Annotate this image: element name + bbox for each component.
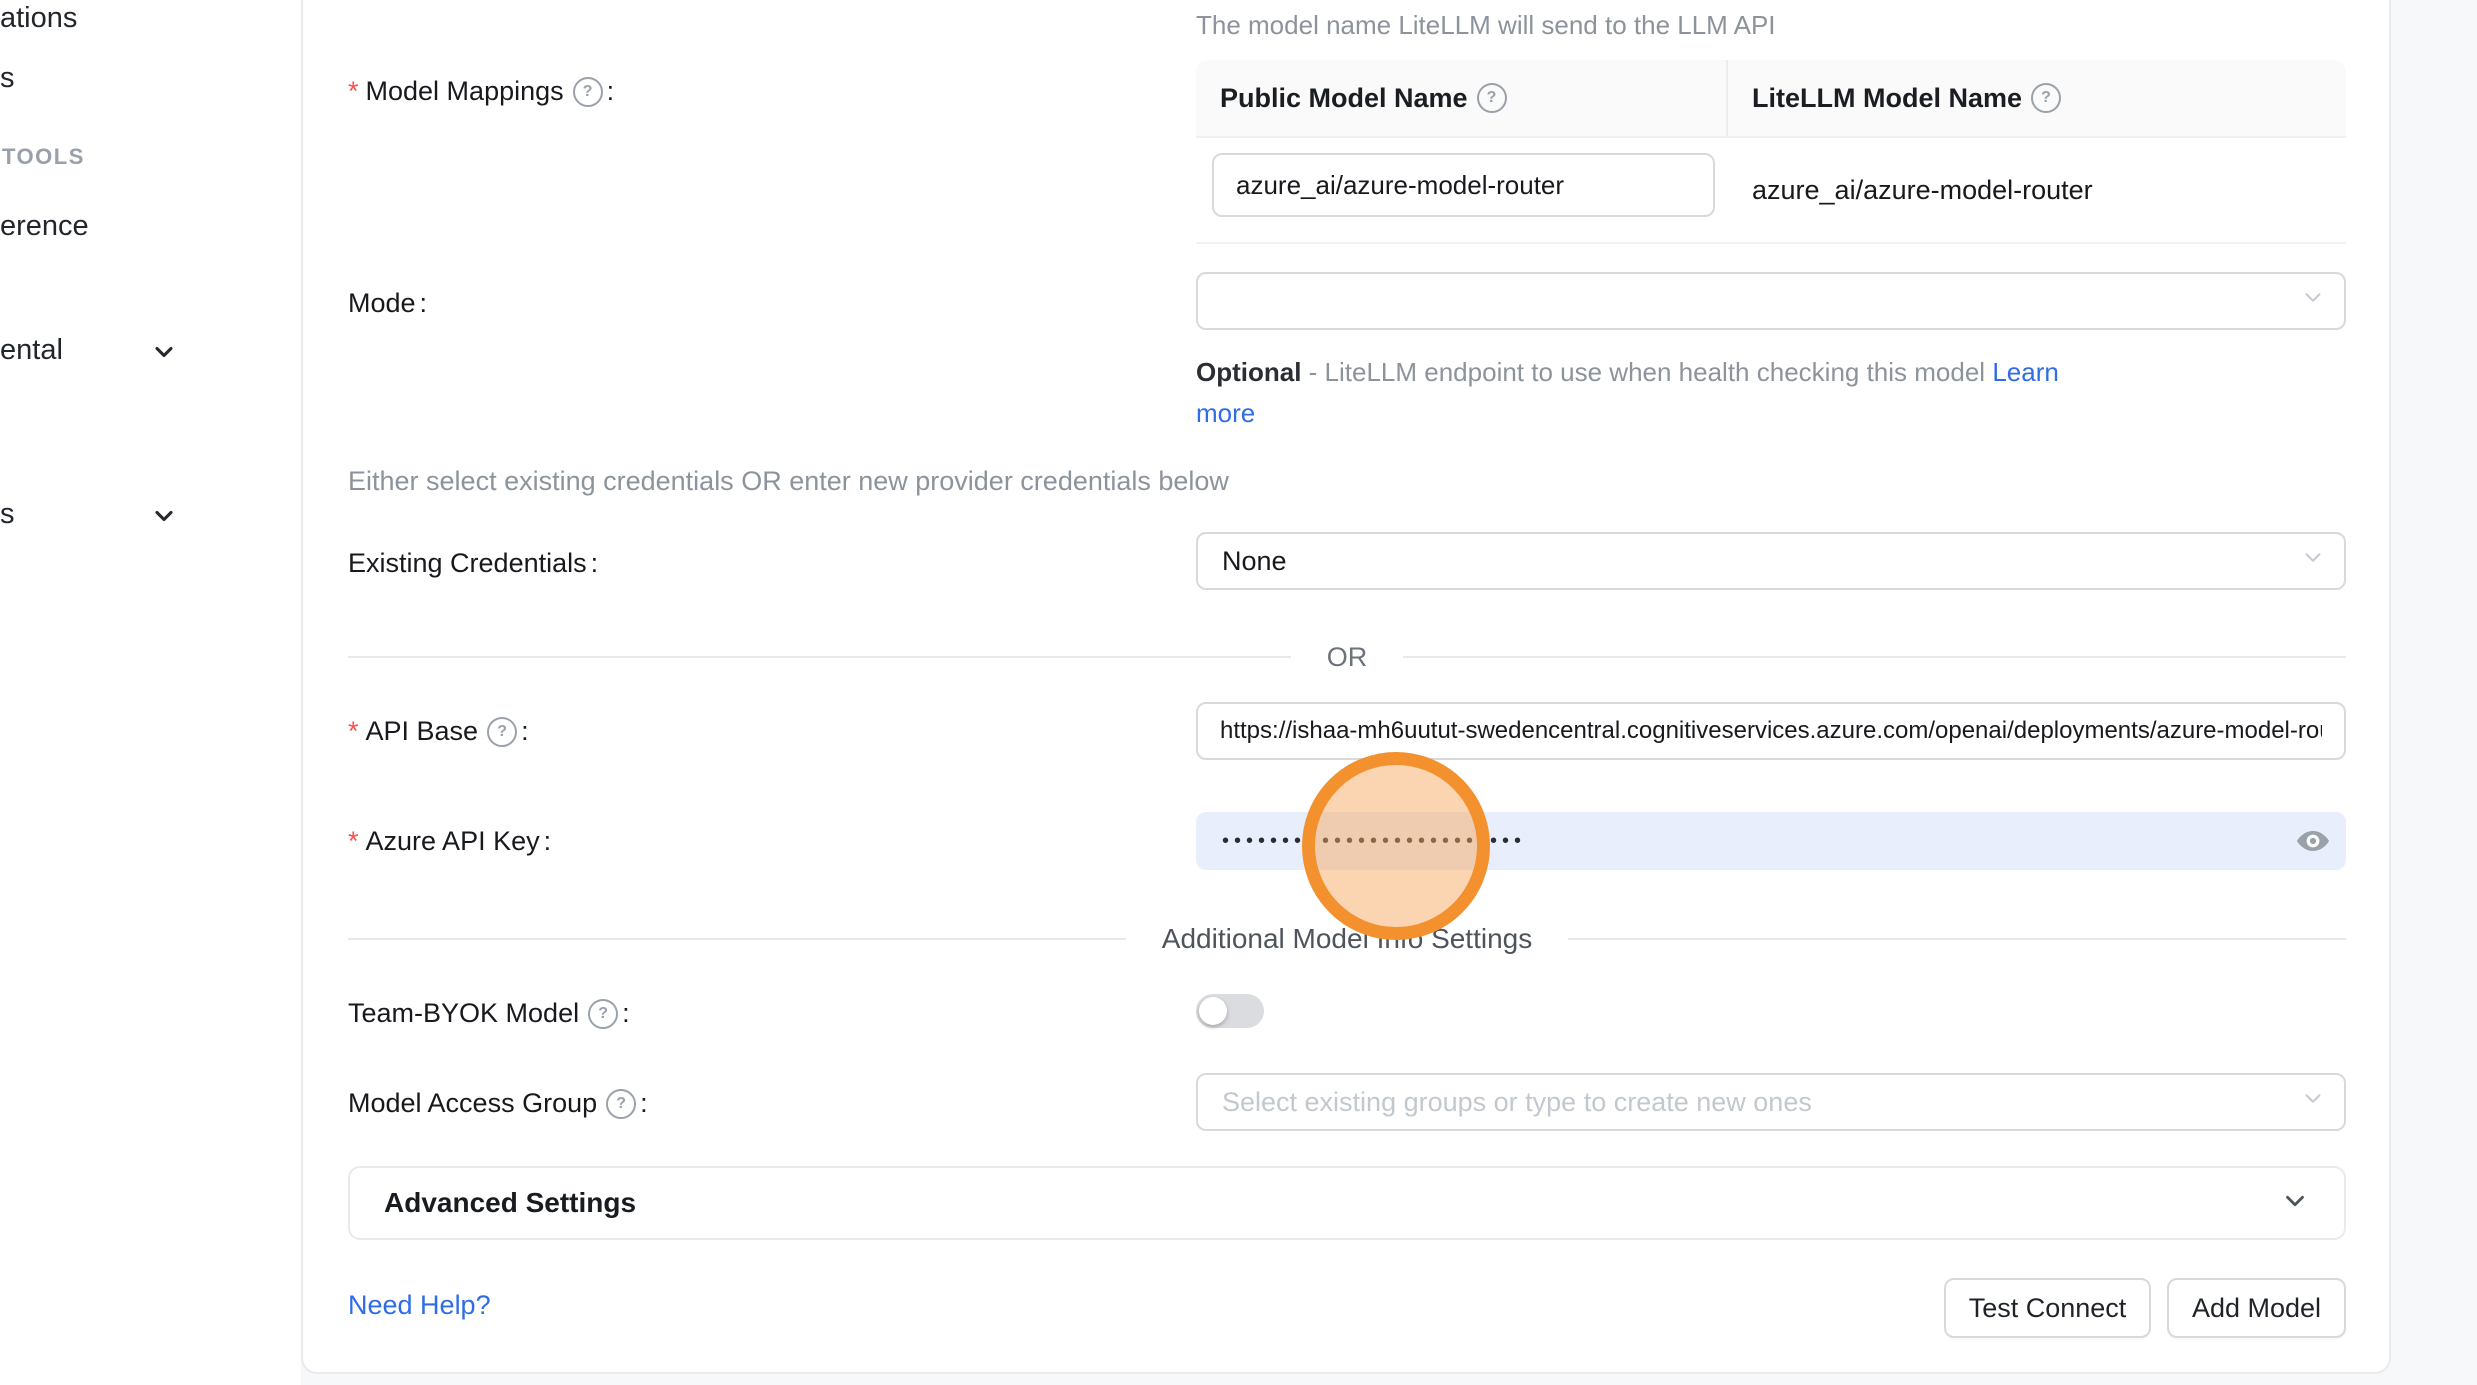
column-header-public-model-name: Public Model Name ? — [1196, 83, 1726, 114]
model-mappings-label: * Model Mappings ? : — [348, 76, 614, 107]
sidebar-section-tools: TOOLS — [2, 144, 85, 170]
learn-more-link[interactable]: more — [1196, 398, 1255, 428]
label-colon: : — [640, 1088, 648, 1119]
sidebar-item-users[interactable]: s — [0, 62, 15, 95]
or-divider: OR — [348, 640, 2346, 674]
model-mappings-label-text: Model Mappings — [366, 76, 564, 107]
credentials-note: Either select existing credentials OR en… — [348, 466, 1229, 497]
existing-credentials-label-text: Existing Credentials — [348, 548, 587, 579]
model-name-help-text: The model name LiteLLM will send to the … — [1196, 10, 2346, 41]
existing-credentials-label: Existing Credentials : — [348, 548, 598, 579]
help-icon[interactable]: ? — [573, 77, 603, 107]
required-mark: * — [348, 826, 359, 857]
additional-settings-divider: Additional Model Info Settings — [348, 922, 2346, 956]
learn-more-link[interactable]: Learn — [1992, 357, 2059, 387]
chevron-down-icon — [2300, 545, 2326, 578]
advanced-settings-panel[interactable]: Advanced Settings — [348, 1166, 2346, 1240]
required-mark: * — [348, 716, 359, 747]
column-header-litellm-model-name: LiteLLM Model Name ? — [1726, 83, 2061, 114]
mode-select[interactable] — [1196, 272, 2346, 330]
divider-line — [348, 938, 1126, 940]
label-colon: : — [544, 826, 552, 857]
additional-settings-divider-text: Additional Model Info Settings — [1162, 923, 1532, 955]
required-mark: * — [348, 76, 359, 107]
column-header-text: LiteLLM Model Name — [1752, 83, 2022, 114]
eye-icon[interactable] — [2296, 829, 2330, 853]
help-icon[interactable]: ? — [588, 999, 618, 1029]
model-access-group-label: Model Access Group ? : — [348, 1088, 648, 1119]
column-divider — [1726, 60, 1728, 136]
divider-line — [1403, 656, 2346, 658]
help-icon[interactable]: ? — [1477, 83, 1507, 113]
masked-value: ••••••••••••••••• — [1322, 831, 1526, 851]
api-base-label-text: API Base — [366, 716, 479, 747]
label-colon: : — [420, 288, 428, 319]
column-header-text: Public Model Name — [1220, 83, 1468, 114]
sidebar-item-inference[interactable]: erence — [0, 210, 89, 243]
help-icon[interactable]: ? — [487, 717, 517, 747]
advanced-settings-title: Advanced Settings — [384, 1187, 636, 1219]
select-placeholder: Select existing groups or type to create… — [1222, 1087, 1812, 1118]
chevron-down-icon — [2300, 285, 2326, 318]
divider-line — [348, 656, 1291, 658]
existing-credentials-select[interactable]: None — [1196, 532, 2346, 590]
model-access-group-label-text: Model Access Group — [348, 1088, 597, 1119]
label-colon: : — [521, 716, 529, 747]
model-mappings-table: Public Model Name ? LiteLLM Model Name ?… — [1196, 60, 2346, 244]
existing-credentials-value: None — [1222, 546, 1287, 577]
toggle-knob — [1199, 997, 1227, 1025]
team-byok-toggle[interactable] — [1196, 994, 1264, 1028]
divider-line — [1568, 938, 2346, 940]
add-model-button[interactable]: Add Model — [2167, 1278, 2346, 1338]
azure-api-key-label: * Azure API Key : — [348, 826, 551, 857]
chevron-down-icon — [150, 338, 178, 371]
need-help-link[interactable]: Need Help? — [348, 1290, 491, 1321]
table-header-row: Public Model Name ? LiteLLM Model Name ? — [1196, 60, 2346, 138]
api-base-input[interactable] — [1196, 702, 2346, 760]
sidebar: ations s TOOLS erence ental s — [0, 0, 301, 1385]
sidebar-item-experimental[interactable]: ental — [0, 334, 63, 367]
help-icon[interactable]: ? — [606, 1089, 636, 1119]
litellm-model-name-value: azure_ai/azure-model-router — [1752, 138, 2093, 242]
help-icon[interactable]: ? — [2031, 83, 2061, 113]
or-divider-text: OR — [1327, 642, 1368, 673]
team-byok-label-text: Team-BYOK Model — [348, 998, 579, 1029]
azure-api-key-label-text: Azure API Key — [366, 826, 540, 857]
mode-help-text: Optional - LiteLLM endpoint to use when … — [1196, 352, 2346, 434]
mode-help-body: - LiteLLM endpoint to use when health ch… — [1301, 357, 1992, 387]
mode-label: Mode : — [348, 288, 427, 319]
label-colon: : — [591, 548, 599, 579]
chevron-down-icon — [2300, 1086, 2326, 1119]
test-connect-button[interactable]: Test Connect — [1944, 1278, 2151, 1338]
chevron-down-icon — [150, 502, 178, 535]
sidebar-item-settings[interactable]: s — [0, 498, 15, 531]
chevron-down-icon — [2280, 1186, 2310, 1221]
label-colon: : — [622, 998, 630, 1029]
team-byok-label: Team-BYOK Model ? : — [348, 998, 630, 1029]
mode-label-text: Mode — [348, 288, 416, 319]
azure-api-key-input[interactable]: ••••••• ••••••••••••••••• — [1196, 812, 2346, 870]
public-model-name-input[interactable] — [1212, 153, 1715, 217]
api-base-label: * API Base ? : — [348, 716, 529, 747]
sidebar-item-organizations[interactable]: ations — [0, 2, 77, 35]
table-row: azure_ai/azure-model-router — [1196, 138, 2346, 244]
mode-help-bold: Optional — [1196, 357, 1301, 387]
label-colon: : — [607, 76, 615, 107]
masked-value: ••••••• — [1222, 831, 1306, 851]
model-access-group-select[interactable]: Select existing groups or type to create… — [1196, 1073, 2346, 1131]
